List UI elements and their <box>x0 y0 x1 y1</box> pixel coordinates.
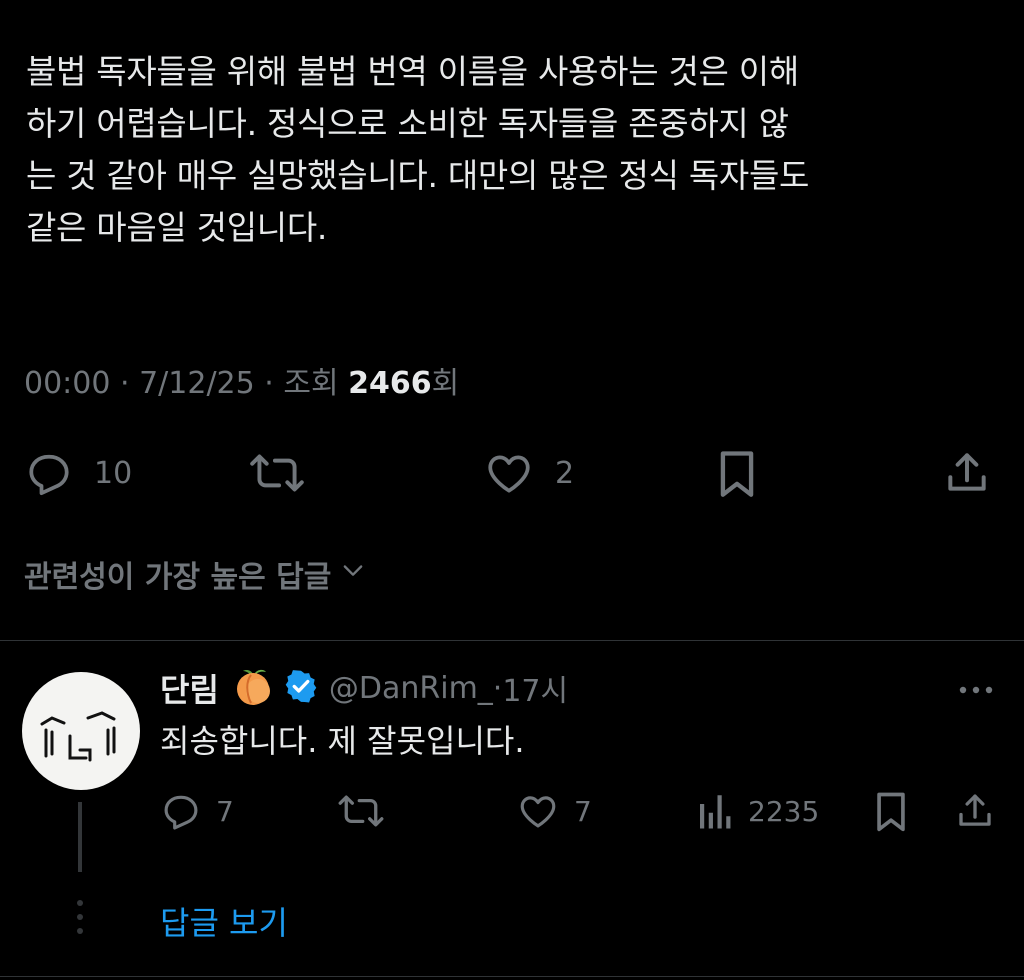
like-button[interactable]: 2 <box>483 445 574 501</box>
heart-icon <box>483 448 535 498</box>
reply-bookmark-button[interactable] <box>872 786 910 836</box>
peach-emoji-icon <box>231 664 275 712</box>
avatar[interactable] <box>22 672 140 790</box>
meta-separator: · <box>110 366 140 401</box>
verified-badge-icon <box>283 668 319 708</box>
reply-views-button[interactable]: 2235 <box>694 786 819 836</box>
share-icon <box>942 448 992 498</box>
replies-sort-label: 관련성이 가장 높은 답글 <box>24 560 332 595</box>
bookmark-button[interactable] <box>714 445 760 501</box>
reply-reply-count: 7 <box>216 794 234 828</box>
views-count: 2466 <box>348 366 432 401</box>
tweet-text-line: 하기 어렵습니다. 정식으로 소비한 독자들을 존중하지 않 <box>26 104 789 143</box>
share-button[interactable] <box>942 445 992 501</box>
reply-bubble-icon <box>24 448 74 498</box>
reply-time-separator: · <box>492 670 503 706</box>
share-icon <box>954 790 996 832</box>
bookmark-icon <box>714 447 760 499</box>
reply-display-name[interactable]: 단림 <box>160 665 219 711</box>
tweet-time[interactable]: 00:00 <box>24 366 110 401</box>
tweet-action-bar: 10 2 <box>0 445 1024 501</box>
tweet-text-line: 는 것 같아 매우 실망했습니다. 대만의 많은 정식 독자들도 <box>26 156 810 195</box>
reply-time[interactable]: 17시 <box>502 666 568 710</box>
reply-button[interactable]: 10 <box>24 445 132 501</box>
meta-separator: · <box>254 366 284 401</box>
reply-text: 죄송합니다. 제 잘못입니다. <box>160 722 525 760</box>
reply-handle[interactable]: @DanRim_ <box>329 671 493 706</box>
tweet-text-line: 같은 마음일 것입니다. <box>26 208 328 247</box>
reply-share-button[interactable] <box>954 786 996 836</box>
bottom-divider <box>0 976 1024 977</box>
tweet-meta: 00:00 · 7/12/25 · 조회 2466회 <box>24 358 459 402</box>
replies-sort-dropdown[interactable]: 관련성이 가장 높은 답글 <box>24 552 367 596</box>
tweet-date[interactable]: 7/12/25 <box>139 366 255 401</box>
chevron-down-icon <box>331 556 367 592</box>
reply-count: 10 <box>94 455 133 491</box>
reply-header: 단림 @DanRim_ · 17시 <box>160 664 568 712</box>
reply-like-count: 7 <box>574 794 592 828</box>
reply-views-count: 2235 <box>748 794 820 828</box>
views-prefix: 조회 <box>283 366 349 401</box>
reply-retweet-button[interactable] <box>335 786 387 836</box>
section-divider <box>0 640 1024 641</box>
bookmark-icon <box>872 789 910 833</box>
reply-reply-button[interactable]: 7 <box>160 786 234 836</box>
tweet-text-line: 불법 독자들을 위해 불법 번역 이름을 사용하는 것은 이해 <box>26 52 799 91</box>
thread-dots <box>73 900 87 946</box>
heart-icon <box>516 790 560 832</box>
views-suffix: 회 <box>431 366 460 401</box>
analytics-icon <box>694 790 734 832</box>
view-replies-link[interactable]: 답글 보기 <box>160 898 288 944</box>
tweet-text: 불법 독자들을 위해 불법 번역 이름을 사용하는 것은 이해 하기 어렵습니다… <box>26 46 1001 254</box>
more-options-icon[interactable] <box>952 678 1000 702</box>
retweet-button[interactable] <box>246 445 308 501</box>
retweet-icon <box>335 790 387 832</box>
reply-action-bar: 7 7 2235 <box>0 786 1024 836</box>
like-count: 2 <box>555 455 575 491</box>
reply-like-button[interactable]: 7 <box>516 786 592 836</box>
reply-bubble-icon <box>160 790 202 832</box>
retweet-icon <box>246 448 308 498</box>
